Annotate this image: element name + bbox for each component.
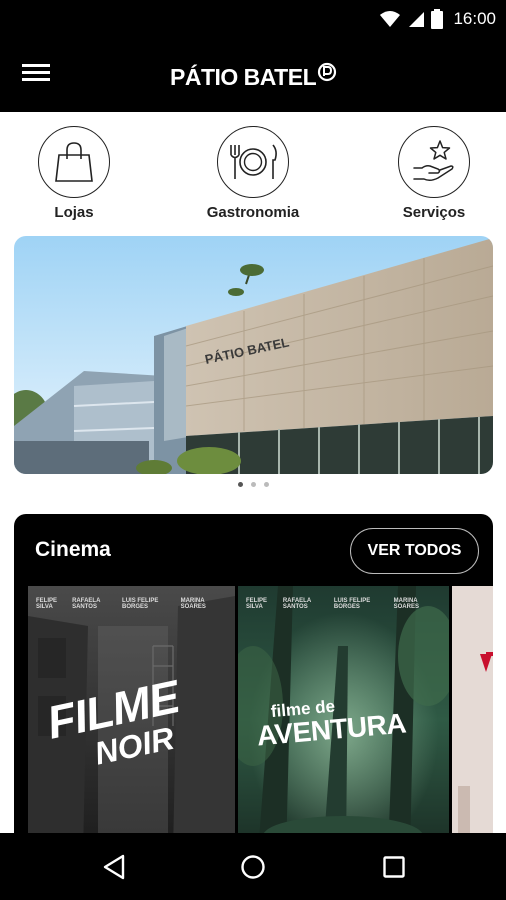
poster-3-art [452, 586, 493, 854]
back-triangle-icon [103, 854, 125, 880]
mall-building-photo: PÁTIO BATEL [14, 236, 493, 474]
status-time: 16:00 [453, 9, 496, 28]
app-bar: PÁTIO BATEL [0, 38, 506, 112]
credit-1: FELIPE SILVA [246, 598, 268, 610]
movie-poster-filme-noir[interactable]: FELIPE SILVA RAFAELA SANTOS LUIS FELIPE … [28, 586, 235, 854]
category-lojas-circle [38, 126, 110, 198]
hero-banner[interactable]: PÁTIO BATEL [14, 236, 493, 474]
logo-mark-icon [318, 62, 337, 82]
star-hand-icon [413, 140, 454, 182]
see-all-button[interactable]: VER TODOS [350, 528, 479, 574]
battery-icon [431, 9, 444, 29]
category-gastronomia-circle [217, 126, 289, 198]
category-gastronomia[interactable]: Gastronomia [193, 126, 313, 221]
category-servicos-label: Serviços [402, 204, 466, 221]
status-bar: 16:00 [0, 0, 506, 38]
signal-icon [409, 12, 425, 27]
credit-4: MARINA SOARES [180, 598, 206, 610]
credit-3: LUIS FELIPE BORGES [333, 598, 371, 610]
system-navigation-bar [0, 833, 506, 900]
poster-credits: FELIPE SILVA RAFAELA SANTOS LUIS FELIPE … [238, 598, 449, 610]
back-button[interactable] [94, 847, 134, 887]
shopping-bag-icon [55, 142, 93, 182]
category-servicos[interactable]: Serviços [374, 126, 494, 221]
poster-credits: FELIPE SILVA RAFAELA SANTOS LUIS FELIPE … [28, 598, 235, 610]
recents-button[interactable] [374, 847, 414, 887]
home-circle-icon [241, 855, 265, 879]
carousel-dot-3[interactable] [263, 482, 269, 487]
wifi-icon [380, 11, 401, 27]
cinema-title: Cinema [35, 538, 111, 561]
carousel-dot-1[interactable] [237, 482, 243, 487]
hamburger-icon [22, 64, 50, 81]
cinema-section: Cinema VER TODOS FELIPE SILVA RAFAELA SA… [14, 514, 493, 854]
carousel-indicator [0, 482, 506, 487]
category-shortcuts: Lojas Gastronomia Serviços [0, 112, 506, 236]
category-servicos-circle [398, 126, 470, 198]
category-lojas[interactable]: Lojas [14, 126, 134, 221]
credit-1: FELIPE SILVA [36, 598, 58, 610]
carousel-dot-2[interactable] [250, 482, 256, 487]
hamburger-menu-button[interactable] [22, 60, 56, 90]
credit-2: RAFAELA SANTOS [282, 598, 311, 610]
plate-cutlery-icon [230, 144, 277, 179]
movie-poster-filme-de-aventura[interactable]: FELIPE SILVA RAFAELA SANTOS LUIS FELIPE … [238, 586, 449, 854]
credit-4: MARINA SOARES [393, 598, 419, 610]
category-gastronomia-label: Gastronomia [206, 204, 300, 221]
app-screen: 16:00 PÁTIO BATEL Lojas Gastronomia Serv… [0, 0, 506, 900]
logo-text: PÁTIO BATEL [170, 63, 317, 90]
credit-2: RAFAELA SANTOS [72, 598, 101, 610]
home-button[interactable] [233, 847, 273, 887]
recents-square-icon [383, 856, 405, 878]
patio-batel-logo: PÁTIO BATEL [170, 60, 337, 94]
credit-3: LUIS FELIPE BORGES [122, 598, 159, 610]
category-lojas-label: Lojas [54, 204, 94, 221]
movie-poster-3[interactable] [452, 586, 493, 854]
